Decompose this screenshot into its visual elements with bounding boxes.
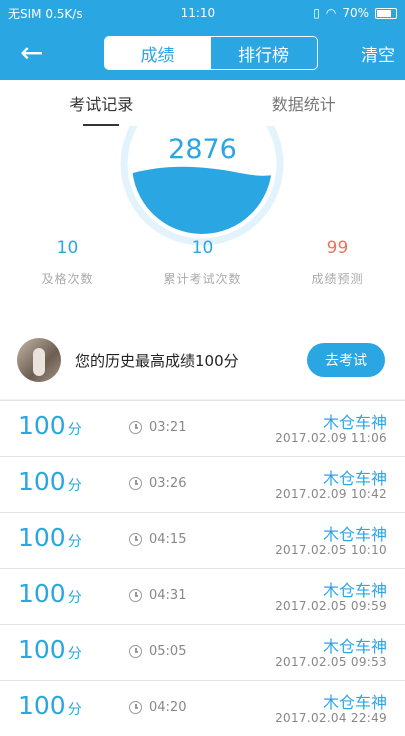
score-value: 2876	[0, 134, 405, 165]
record-date: 2017.02.04 22:49	[275, 711, 387, 725]
record-date: 2017.02.09 11:06	[275, 431, 387, 445]
clock-icon	[129, 701, 142, 714]
stat-total-exams: 10 累计考试次数	[135, 238, 270, 287]
vibrate-icon: ▯	[313, 6, 320, 20]
clock-icon	[129, 421, 142, 434]
back-arrow-icon[interactable]: ←	[20, 39, 60, 67]
record-score: 100分	[18, 635, 82, 664]
sub-tabs: 考试记录 数据统计	[0, 80, 405, 126]
battery-percent: 70%	[342, 6, 369, 20]
record-duration: 03:21	[149, 420, 186, 435]
record-user-name: 木仓车神	[323, 633, 387, 657]
record-user-name: 木仓车神	[323, 521, 387, 545]
record-user-name: 木仓车神	[323, 577, 387, 601]
record-date: 2017.02.05 09:53	[275, 655, 387, 669]
records-list: 100分03:21木仓车神2017.02.09 11:06100分03:26木仓…	[0, 400, 405, 736]
record-score: 100分	[18, 467, 82, 496]
avatar[interactable]	[17, 338, 61, 382]
record-duration: 04:31	[149, 588, 186, 603]
record-user-name: 木仓车神	[323, 409, 387, 433]
record-score: 100分	[18, 579, 82, 608]
stats-panel: 2876 10 及格次数 10 累计考试次数 99 成绩预测	[0, 126, 405, 324]
stat-label: 及格次数	[0, 270, 135, 287]
record-score-unit: 分	[68, 590, 82, 606]
record-duration: 04:15	[149, 532, 186, 547]
record-score-unit: 分	[68, 534, 82, 550]
record-user-name: 木仓车神	[323, 689, 387, 713]
record-score-value: 100	[18, 467, 66, 496]
app-header: ← 成绩 排行榜 清空	[0, 26, 405, 80]
segmented-control: 成绩 排行榜	[104, 36, 318, 70]
wifi-icon: ◠	[326, 6, 336, 20]
record-row[interactable]: 100分 04:20 木仓车神2017.02.04 22:49	[0, 680, 405, 736]
record-score: 100分	[18, 523, 82, 552]
record-date: 2017.02.09 10:42	[275, 487, 387, 501]
record-score-unit: 分	[68, 422, 82, 438]
record-score-unit: 分	[68, 478, 82, 494]
record-score: 100分	[18, 691, 82, 720]
record-date: 2017.02.05 09:59	[275, 599, 387, 613]
stat-pass-count: 10 及格次数	[0, 238, 135, 287]
record-date: 2017.02.05 10:10	[275, 543, 387, 557]
clock-icon	[129, 645, 142, 658]
stat-prediction: 99 成绩预测	[270, 238, 405, 287]
record-score-value: 100	[18, 579, 66, 608]
record-row[interactable]: 100分 04:15 木仓车神2017.02.05 10:10	[0, 512, 405, 568]
clock-time: 11:10	[181, 6, 216, 20]
record-score: 100分	[18, 411, 82, 440]
status-bar: 无SIM 0.5K/s 11:10 ▯ ◠ 70%	[0, 0, 405, 26]
highest-score-text: 您的历史最高成绩100分	[75, 350, 307, 371]
tab-exam-records[interactable]: 考试记录	[0, 80, 203, 126]
clear-button[interactable]: 清空	[361, 41, 395, 66]
clock-icon	[129, 589, 142, 602]
stat-row: 10 及格次数 10 累计考试次数 99 成绩预测	[0, 238, 405, 287]
record-score-value: 100	[18, 691, 66, 720]
record-row[interactable]: 100分 03:26 木仓车神2017.02.09 10:42	[0, 456, 405, 512]
tab-ranking[interactable]: 排行榜	[211, 37, 317, 69]
battery-icon	[375, 8, 397, 19]
network-status: 无SIM 0.5K/s	[8, 5, 83, 22]
record-duration: 03:26	[149, 476, 186, 491]
gauge-fill	[120, 167, 284, 246]
record-row[interactable]: 100分 05:05 木仓车神2017.02.05 09:53	[0, 624, 405, 680]
record-duration: 05:05	[149, 644, 186, 659]
record-score-value: 100	[18, 635, 66, 664]
record-row[interactable]: 100分 03:21 木仓车神2017.02.09 11:06	[0, 400, 405, 456]
stat-value: 10	[135, 238, 270, 258]
clock-icon	[129, 477, 142, 490]
status-icons: ▯ ◠ 70%	[313, 6, 397, 20]
highest-score-bar: 您的历史最高成绩100分 去考试	[0, 321, 405, 399]
record-user-name: 木仓车神	[323, 465, 387, 489]
record-score-unit: 分	[68, 702, 82, 718]
go-exam-button[interactable]: 去考试	[307, 343, 385, 377]
stat-value: 99	[270, 238, 405, 258]
tab-scores[interactable]: 成绩	[105, 37, 211, 69]
record-duration: 04:20	[149, 700, 186, 715]
record-score-value: 100	[18, 411, 66, 440]
tab-data-stats[interactable]: 数据统计	[203, 80, 405, 126]
clock-icon	[129, 533, 142, 546]
stat-value: 10	[0, 238, 135, 258]
record-row[interactable]: 100分 04:31 木仓车神2017.02.05 09:59	[0, 568, 405, 624]
record-score-unit: 分	[68, 646, 82, 662]
stat-label: 成绩预测	[270, 270, 405, 287]
record-score-value: 100	[18, 523, 66, 552]
stat-label: 累计考试次数	[135, 270, 270, 287]
